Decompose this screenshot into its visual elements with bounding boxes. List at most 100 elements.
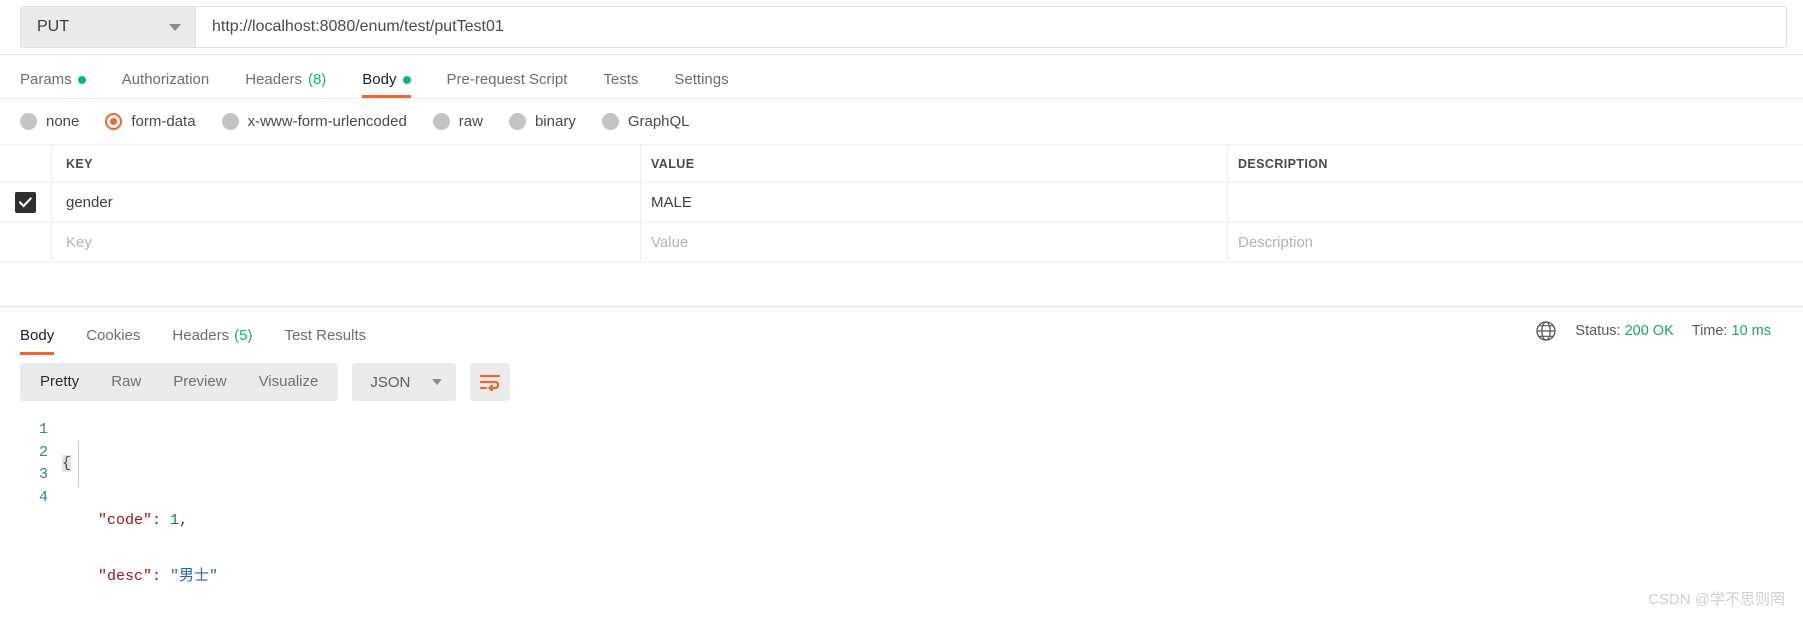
table-row: gender MALE: [0, 183, 1803, 223]
row-value-text: MALE: [651, 194, 692, 211]
row-value-cell[interactable]: MALE: [641, 183, 1228, 222]
body-type-radio-group: none form-data x-www-form-urlencoded raw…: [0, 99, 1803, 145]
word-wrap-icon: [480, 374, 501, 391]
response-tab-headers[interactable]: Headers (5): [156, 328, 268, 355]
radio-form-data[interactable]: form-data: [105, 113, 196, 130]
placeholder-description-text: Description: [1238, 234, 1314, 251]
radio-graphql-label: GraphQL: [627, 113, 690, 130]
tab-tests[interactable]: Tests: [585, 72, 656, 98]
response-tabs-bar: Body Cookies Headers (5) Test Results St…: [0, 307, 1803, 355]
time-value: 10 ms: [1731, 323, 1772, 339]
response-body-code[interactable]: 1 2 3 4 { "code": 1, "desc": "男士" }: [0, 411, 1803, 617]
placeholder-key-cell[interactable]: Key: [52, 223, 641, 262]
response-format-select[interactable]: JSON: [352, 363, 457, 401]
radio-icon: [221, 113, 239, 130]
tab-headers-count: (8): [307, 71, 327, 88]
response-status-group: Status: 200 OK Time: 10 ms: [1535, 320, 1783, 342]
view-mode-pretty[interactable]: Pretty: [24, 363, 95, 401]
header-value: VALUE: [641, 145, 1228, 182]
response-tab-headers-label: Headers: [172, 327, 230, 344]
status-block: Status: 200 OK: [1575, 323, 1673, 339]
tab-body[interactable]: Body: [344, 72, 428, 98]
json-value-desc: "男士": [170, 568, 219, 585]
view-mode-raw[interactable]: Raw: [95, 363, 157, 401]
radio-form-data-label: form-data: [131, 113, 196, 130]
radio-icon: [508, 113, 526, 130]
watermark: CSDN @学不思则罔: [1648, 591, 1785, 608]
row-key-cell[interactable]: gender: [52, 183, 641, 222]
status-label: Status:: [1575, 323, 1621, 339]
url-text: http://localhost:8080/enum/test/putTest0…: [212, 18, 504, 35]
line-number: 1: [38, 421, 48, 438]
tab-headers-label: Headers: [245, 71, 302, 88]
table-header-row: KEY VALUE DESCRIPTION: [0, 145, 1803, 183]
tab-authorization-label: Authorization: [121, 71, 210, 88]
tab-authorization[interactable]: Authorization: [104, 72, 228, 98]
line-number: 4: [38, 488, 48, 506]
check-icon: [19, 197, 32, 208]
tab-params-label: Params: [20, 71, 72, 88]
view-mode-preview[interactable]: Preview: [157, 363, 242, 401]
http-method-select[interactable]: PUT: [20, 6, 195, 48]
row-checkbox[interactable]: [15, 192, 36, 213]
code-line-numbers: 1 2 3 4: [0, 419, 62, 617]
view-mode-visualize[interactable]: Visualize: [243, 363, 335, 401]
view-mode-segmented-control: Pretty Raw Preview Visualize: [20, 363, 339, 401]
json-key-code: "code": [98, 511, 153, 529]
json-value-code: 1: [170, 511, 180, 529]
radio-icon: [20, 113, 37, 130]
status-dot-icon: [77, 75, 86, 84]
open-brace: {: [62, 455, 72, 472]
tab-headers[interactable]: Headers (8): [227, 72, 344, 98]
header-description: DESCRIPTION: [1238, 156, 1328, 171]
tab-settings[interactable]: Settings: [656, 72, 746, 98]
radio-none-label: none: [46, 113, 80, 130]
request-tabs: Params Authorization Headers (8) Body Pr…: [0, 55, 1803, 99]
placeholder-value-text: Value: [651, 234, 689, 251]
radio-graphql[interactable]: GraphQL: [601, 113, 690, 130]
response-tab-test-results[interactable]: Test Results: [268, 328, 382, 355]
tab-params[interactable]: Params: [20, 72, 104, 98]
placeholder-checkbox-cell: [0, 223, 52, 262]
tab-pre-request-script[interactable]: Pre-request Script: [429, 72, 586, 98]
table-placeholder-row: Key Value Description: [0, 223, 1803, 263]
placeholder-value-cell[interactable]: Value: [641, 223, 1228, 262]
status-value: 200 OK: [1624, 323, 1674, 339]
radio-binary[interactable]: binary: [508, 113, 576, 130]
table-empty-space: [0, 263, 1803, 307]
radio-raw-label: raw: [458, 113, 483, 130]
response-tab-body[interactable]: Body: [20, 328, 70, 355]
response-tab-headers-count: (5): [234, 327, 253, 344]
tab-tests-label: Tests: [603, 71, 639, 88]
http-method-label: PUT: [37, 18, 69, 35]
radio-raw[interactable]: raw: [432, 113, 483, 130]
word-wrap-button[interactable]: [470, 363, 511, 401]
status-dot-icon: [402, 75, 411, 84]
radio-x-www-form-urlencoded[interactable]: x-www-form-urlencoded: [221, 113, 407, 130]
json-key-desc: "desc": [98, 568, 153, 585]
tab-settings-label: Settings: [674, 71, 729, 88]
placeholder-key-text: Key: [66, 234, 92, 251]
row-description-cell[interactable]: [1228, 183, 1803, 222]
radio-x-www-form-urlencoded-label: x-www-form-urlencoded: [247, 113, 407, 130]
chevron-down-icon: [169, 23, 181, 31]
globe-icon[interactable]: [1535, 320, 1557, 342]
radio-none[interactable]: none: [20, 113, 79, 130]
response-tab-cookies[interactable]: Cookies: [70, 328, 156, 355]
code-fold-guide: [78, 441, 79, 487]
code-line-3: "desc": "男士": [62, 566, 1803, 589]
code-line-1: {: [62, 453, 1803, 476]
time-block: Time: 10 ms: [1692, 323, 1771, 339]
response-format-label: JSON: [370, 373, 411, 391]
json-colon: :: [152, 511, 171, 529]
header-key: KEY: [52, 145, 641, 182]
placeholder-description-cell[interactable]: Description: [1228, 223, 1803, 262]
response-tab-body-label: Body: [20, 327, 55, 344]
radio-icon: [601, 113, 619, 130]
form-data-table: KEY VALUE DESCRIPTION gender MALE Key Va…: [0, 145, 1803, 307]
response-view-toolbar: Pretty Raw Preview Visualize JSON: [0, 355, 1803, 411]
time-label: Time:: [1691, 323, 1728, 339]
tab-body-label: Body: [362, 71, 397, 88]
url-input[interactable]: http://localhost:8080/enum/test/putTest0…: [195, 6, 1787, 48]
header-checkbox-cell: [0, 145, 52, 182]
